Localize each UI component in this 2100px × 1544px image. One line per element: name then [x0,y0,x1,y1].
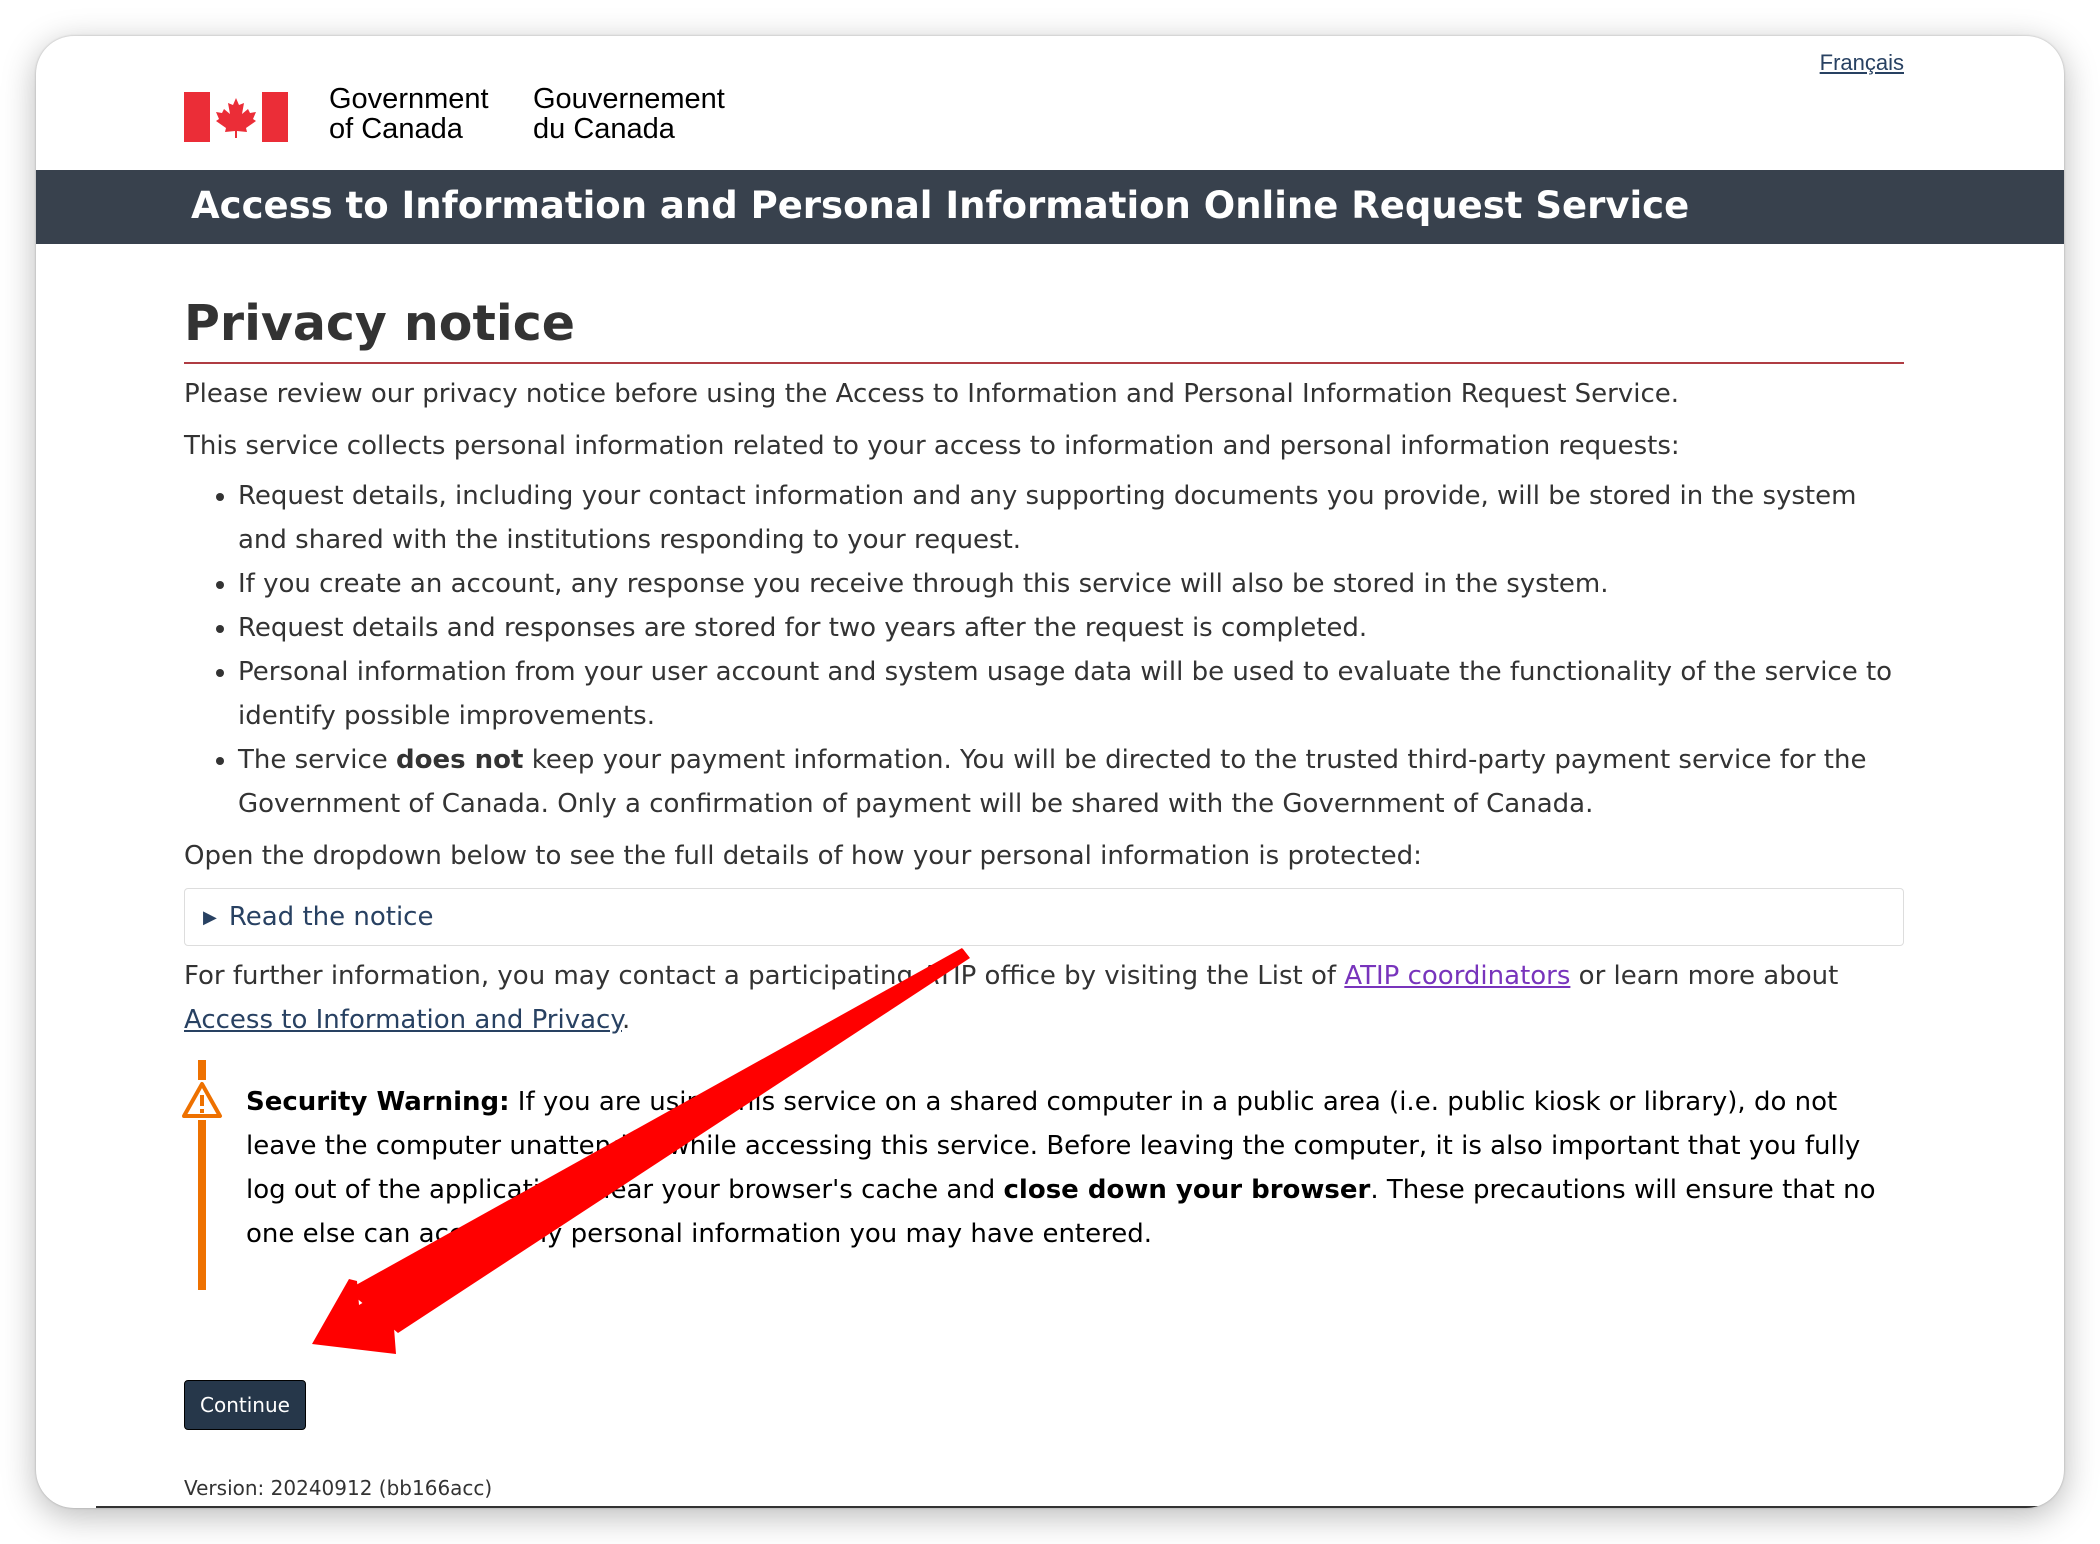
list-item: Request details, including your contact … [238,474,1904,562]
access-privacy-link[interactable]: Access to Information and Privacy [184,1005,622,1035]
list-item: The service does not keep your payment i… [238,738,1904,826]
browser-window: Français Government of Canada Gouverneme… [36,36,2064,1508]
service-title-bar: Access to Information and Personal Infor… [36,170,2064,244]
wordmark-fr-line2: du Canada [533,113,675,145]
canada-flag-icon [184,92,288,142]
collects-text: This service collects personal informati… [184,431,1680,461]
collection-list: Request details, including your contact … [184,474,1904,826]
further-info-text: For further information, you may contact… [184,954,1904,1042]
further-info-mid: or learn more about [1570,961,1839,991]
triangle-right-icon: ▶ [203,906,217,928]
continue-button[interactable]: Continue [184,1380,306,1430]
warning-text: Security Warning: If you are using this … [246,1080,1904,1256]
page-title: Privacy notice [184,294,1904,364]
read-notice-label: Read the notice [228,902,434,932]
main-content: Privacy notice Please review our privacy… [180,294,1904,1290]
language-toggle-link[interactable]: Français [1820,50,1904,76]
service-title: Access to Information and Personal Infor… [191,184,1690,227]
list-item-text: The service [238,745,397,775]
wordmark-french: Gouvernement du Canada [533,84,753,144]
further-info-pre: For further information, you may contact… [184,961,1345,991]
wordmark-en-line2: of Canada [329,113,463,145]
wordmark-en-line1: Government [329,83,489,115]
atip-coordinators-link[interactable]: ATIP coordinators [1344,961,1570,991]
intro-text: Please review our privacy notice before … [184,379,1680,409]
window-bottom-edge [96,1506,2060,1508]
list-item-bold: does not [396,745,524,775]
warning-label: Security Warning: [246,1087,510,1117]
further-info-post: . [622,1005,631,1035]
wordmark-english: Government of Canada [329,84,509,144]
read-notice-dropdown[interactable]: ▶ Read the notice [184,888,1904,946]
warning-bold: close down your browser [1003,1175,1371,1205]
dropdown-intro: Open the dropdown below to see the full … [184,841,1422,871]
list-item: Personal information from your user acco… [238,650,1904,738]
wordmark-fr-line1: Gouvernement [533,83,725,115]
warning-triangle-icon [180,1080,224,1120]
list-item: If you create an account, any response y… [238,562,1904,606]
security-warning-alert: Security Warning: If you are using this … [180,1060,1904,1290]
list-item: Request details and responses are stored… [238,606,1904,650]
version-text: Version: 20240912 (bb166acc) [184,1476,493,1500]
